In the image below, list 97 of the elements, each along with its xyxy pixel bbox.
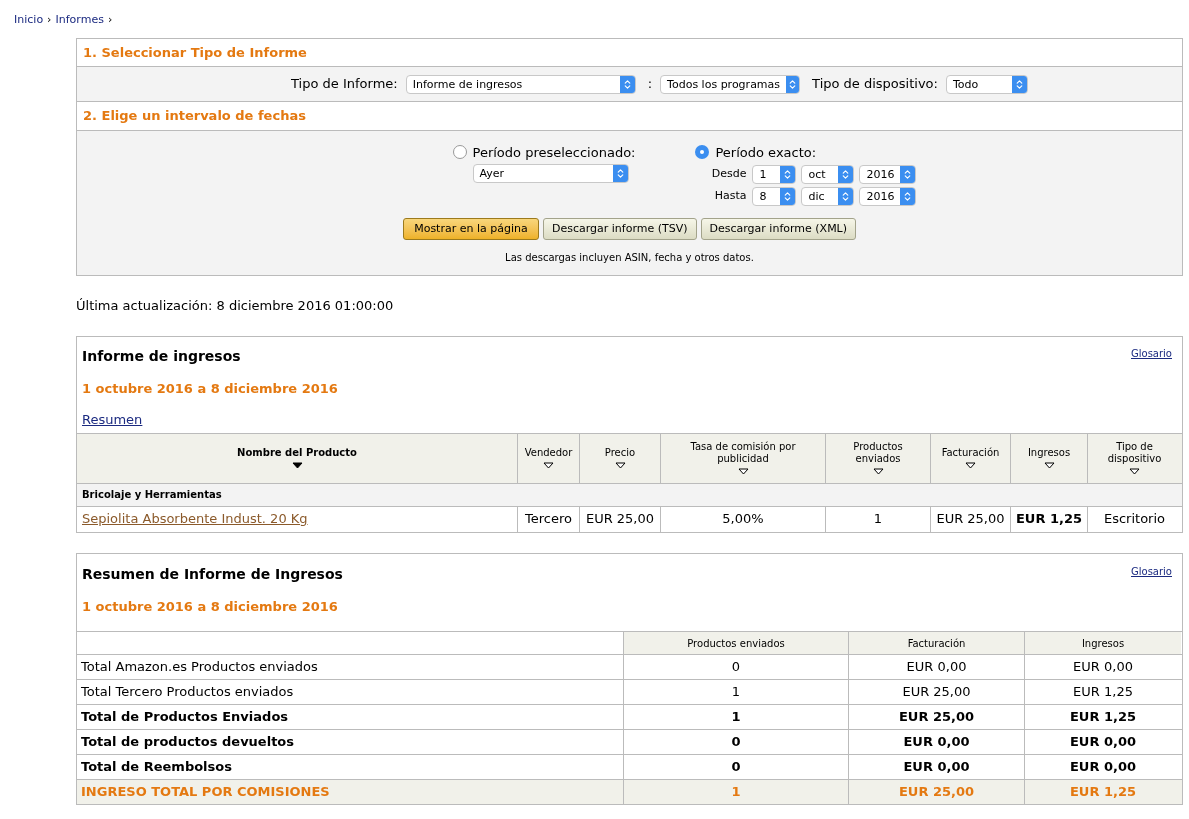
chevron-icon (786, 75, 800, 93)
row-label: Total Amazon.es Productos enviados (81, 658, 318, 677)
table-cell-text: EUR 0,00 (906, 658, 967, 677)
table-cell-text: EUR 25,00 (898, 783, 975, 802)
date-label: Desde (710, 166, 748, 183)
chevron-icon (838, 188, 854, 205)
column-header[interactable]: Tasa de comisión por publicidad (660, 433, 825, 483)
report-title: Informe de ingresos (82, 346, 241, 366)
row-label: Total Tercero Productos enviados (81, 683, 294, 702)
download-note: Las descargas incluyen ASIN, fecha y otros datos. (505, 251, 754, 265)
chevron-icon (900, 188, 916, 205)
sort-arrow-icon[interactable] (872, 468, 884, 475)
sort-arrow-icon[interactable] (543, 462, 554, 469)
column-header: Ingresos (1081, 636, 1125, 651)
day-dropdown[interactable]: 1 (752, 165, 797, 184)
day-dropdown[interactable]: 8 (752, 187, 797, 206)
date-label: Hasta (713, 188, 748, 205)
dropdown[interactable]: Todo (945, 74, 1028, 94)
chevron-icon (780, 188, 796, 205)
column-header[interactable]: Precio (579, 433, 660, 483)
table-cell-text: 0 (731, 733, 741, 752)
sort-arrow-icon[interactable] (1129, 468, 1140, 475)
table-cell-text: 0 (731, 658, 741, 677)
table-cell-text: EUR 1,25 (1069, 708, 1137, 727)
field-label: Tipo de Informe: (291, 75, 398, 94)
glossary-link[interactable]: Glosario (1131, 563, 1172, 585)
column-header[interactable]: Productos enviados (825, 433, 930, 483)
table-cell-text: EUR 0,00 (1069, 733, 1137, 752)
field-label: : (647, 75, 653, 94)
radio-button[interactable] (695, 145, 710, 160)
breadcrumb-link[interactable]: Inicio (14, 12, 44, 29)
date-range: 1 octubre 2016 a 8 diciembre 2016 (81, 379, 339, 398)
row-label: INGRESO TOTAL POR COMISIONES (81, 783, 330, 802)
table-cell-text: EUR 1,25 (1073, 683, 1133, 702)
table-cell-text: EUR 25,00 (936, 510, 1005, 529)
chevron-icon (1011, 75, 1027, 93)
radio-label: Período exacto: (715, 143, 817, 162)
year-dropdown[interactable]: 2016 (859, 165, 917, 184)
sort-arrow-icon[interactable] (291, 462, 303, 469)
column-header[interactable]: Ingresos (1010, 433, 1087, 483)
table-cell-text: 5,00% (722, 510, 764, 529)
row-label: Total de productos devueltos (81, 733, 295, 752)
glossary-link[interactable]: Glosario (1131, 345, 1172, 367)
download-button[interactable]: Descargar informe (TSV) (542, 218, 697, 240)
chevron-icon (612, 165, 628, 182)
table-cell-text: EUR 25,00 (902, 683, 971, 702)
chevron-icon (900, 166, 916, 183)
row-label: Total de Productos Enviados (81, 708, 289, 727)
table-cell-text: EUR 1,25 (1069, 783, 1137, 802)
chevron-icon (619, 75, 635, 93)
table-cell-text: 0 (731, 758, 741, 777)
column-header[interactable]: Vendedor (517, 433, 579, 483)
table-cell-text: Tercero (525, 510, 572, 529)
sort-arrow-icon[interactable] (1043, 462, 1055, 469)
table-cell-text: EUR 0,00 (903, 758, 970, 777)
date-range: 1 octubre 2016 a 8 diciembre 2016 (81, 597, 339, 616)
sort-arrow-icon[interactable] (737, 468, 749, 475)
row-label: Total de Reembolsos (81, 758, 232, 777)
dropdown[interactable]: Ayer (472, 164, 629, 183)
table-cell-text: EUR 0,00 (1073, 658, 1133, 677)
dropdown[interactable]: Informe de ingresos (405, 74, 636, 94)
table-cell-text: 1 (731, 683, 741, 702)
summary-title: Resumen de Informe de Ingresos (82, 564, 343, 584)
breadcrumb-separator: › (47, 12, 52, 28)
breadcrumb-link[interactable]: Informes (55, 12, 104, 29)
column-header[interactable]: Tipo de dispositivo (1087, 433, 1181, 483)
chevron-icon (838, 166, 854, 183)
sort-arrow-icon[interactable] (614, 462, 626, 469)
chevron-icon (780, 166, 796, 183)
field-label: Tipo de dispositivo: (812, 75, 938, 94)
column-header: Productos enviados (687, 636, 785, 651)
table-cell-text: EUR 25,00 (898, 708, 975, 727)
dropdown[interactable]: Todos los programas (660, 74, 801, 94)
radio-label: Período preseleccionado: (472, 143, 636, 162)
show-button[interactable]: Mostrar en la página (402, 218, 539, 240)
table-cell-text: Escritorio (1103, 510, 1166, 529)
breadcrumb-separator: › (107, 12, 113, 28)
year-dropdown[interactable]: 2016 (859, 187, 917, 206)
table-cell-text: EUR 0,00 (903, 733, 970, 752)
radio-button[interactable] (452, 145, 467, 160)
table-cell-text: 1 (873, 510, 883, 529)
table-cell-text: EUR 25,00 (585, 510, 655, 529)
table-cell-text: 1 (731, 708, 741, 727)
last-update: Última actualización: 8 diciembre 2016 01:00:00 (76, 297, 395, 315)
product-link[interactable]: Sepiolita Absorbente Indust. 20 Kg (82, 509, 308, 529)
sort-arrow-icon[interactable] (965, 462, 976, 469)
column-header: Facturación (907, 636, 966, 651)
table-cell-text: EUR 0,00 (1069, 758, 1137, 777)
download-button[interactable]: Descargar informe (XML) (700, 218, 857, 240)
month-dropdown[interactable]: dic (801, 187, 855, 206)
column-header[interactable]: Facturación (930, 433, 1010, 483)
table-cell-text: 1 (731, 783, 741, 802)
month-dropdown[interactable]: oct (801, 165, 855, 184)
summary-link[interactable]: Resumen (82, 412, 143, 427)
category-row: Bricolaje y Herramientas (77, 482, 1182, 506)
table-cell-text: EUR 1,25 (1015, 510, 1083, 529)
column-header[interactable]: Nombre del Producto (77, 433, 517, 483)
